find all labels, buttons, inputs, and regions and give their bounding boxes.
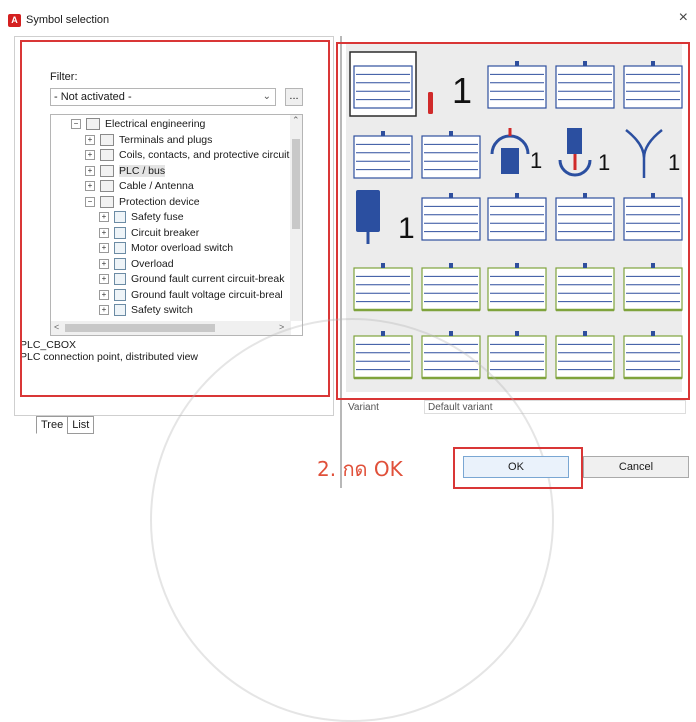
ok-button[interactable]: OK: [463, 456, 569, 478]
instruction-annotation: 2. กด OK: [317, 457, 403, 481]
cancel-button[interactable]: Cancel: [583, 456, 689, 478]
watermark-seal: [150, 318, 554, 722]
